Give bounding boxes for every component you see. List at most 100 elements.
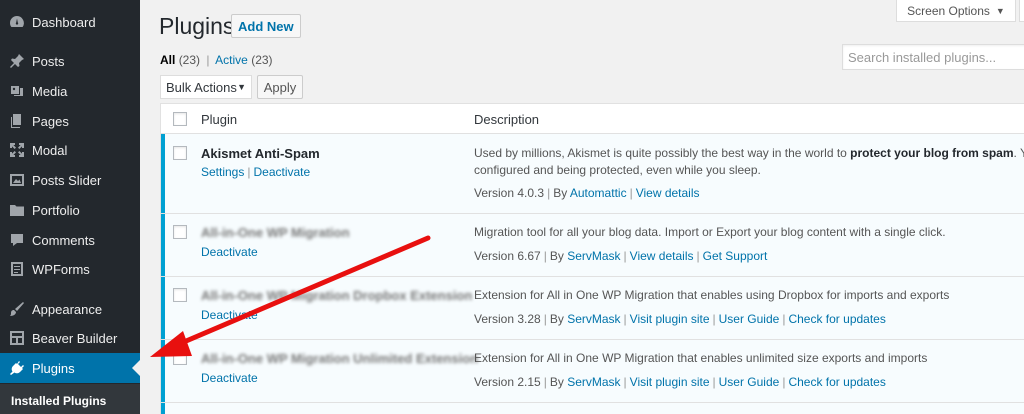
description-text: configured and being protected, even whi… (474, 163, 761, 177)
plugin-description: Migration tool for all your blog data. I… (474, 225, 946, 239)
check-for-updates-link[interactable]: Check for updates (788, 312, 885, 326)
sidebar-item-plugins[interactable]: Plugins (0, 353, 140, 383)
sidebar-item-modal[interactable]: Modal (0, 135, 140, 165)
user-guide-link[interactable]: User Guide (719, 375, 780, 389)
sidebar-item-comments[interactable]: Comments (0, 225, 140, 255)
sidebar-item-pages[interactable]: Pages (0, 106, 140, 136)
plugin-meta: Version 4.0.3 | By Automattic | View details (474, 186, 700, 200)
user-guide-link[interactable]: User Guide (719, 312, 780, 326)
submenu-installed-plugins[interactable]: Installed Plugins (11, 394, 106, 408)
sidebar-item-label: Pages (32, 113, 69, 129)
plugin-meta: Version 3.28 | By ServMask | Visit plugin si… (474, 312, 886, 326)
brush-icon (0, 301, 30, 317)
plugin-meta: Version 2.15 | By ServMask | Visit plugin si… (474, 375, 886, 389)
deactivate-link[interactable]: Deactivate (253, 165, 310, 179)
deactivate-link[interactable]: Deactivate (201, 308, 258, 322)
plugin-version: Version 3.28 (474, 312, 541, 326)
row-checkbox[interactable] (173, 225, 187, 239)
filter-active[interactable]: Active (215, 53, 248, 67)
check-for-updates-link[interactable]: Check for updates (788, 375, 885, 389)
filter-all[interactable]: All (160, 53, 175, 67)
plugin-description: Used by millions, Akismet is quite possi… (474, 145, 1024, 179)
sidebar-item-wpforms[interactable]: WPForms (0, 254, 140, 284)
sidebar-item-posts[interactable]: Posts (0, 46, 140, 76)
table-header: Plugin Description (161, 104, 1024, 134)
select-all-checkbox[interactable] (173, 112, 187, 126)
pin-icon (0, 53, 30, 69)
author-link[interactable]: ServMask (567, 375, 620, 389)
column-description: Description (474, 112, 540, 127)
plugin-meta: Version 6.67 | By ServMask | View details | Ge… (474, 249, 768, 263)
screen-options-button[interactable]: Screen Options ▼ (896, 0, 1016, 22)
deactivate-link[interactable]: Deactivate (201, 371, 258, 385)
plugin-name: All-in-One WP Migration Dropbox Extensio… (201, 288, 473, 303)
row-actions: Deactivate (201, 308, 258, 322)
form-icon (0, 261, 30, 277)
bulk-actions-label: Bulk Actions (166, 79, 237, 95)
row-actions: Deactivate (201, 371, 258, 385)
plugins-submenu: Installed Plugins (0, 384, 140, 414)
screen-options-label: Screen Options (907, 3, 990, 18)
column-plugin: Plugin (201, 112, 238, 127)
filter-separator: | (206, 53, 210, 67)
sidebar-item-label: Posts Slider (32, 172, 102, 188)
row-actions: Settings | Deactivate (201, 165, 311, 179)
by-label: By (549, 375, 564, 389)
plugin-icon (0, 360, 30, 376)
admin-sidebar: Dashboard Posts Media Pages Modal Posts … (0, 0, 140, 414)
row-actions: Deactivate (201, 245, 258, 259)
row-checkbox[interactable] (173, 146, 187, 160)
description-text: Used by millions, Akismet is quite possi… (474, 146, 851, 160)
caret-down-icon: ▼ (237, 82, 246, 92)
author-link[interactable]: Automattic (570, 186, 627, 200)
get-support-link[interactable]: Get Support (703, 249, 768, 263)
sidebar-item-posts-slider[interactable]: Posts Slider (0, 165, 140, 195)
search-plugins-input[interactable]: Search installed plugins... (842, 44, 1024, 70)
by-label: By (553, 186, 568, 200)
author-link[interactable]: ServMask (567, 312, 620, 326)
settings-link[interactable]: Settings (201, 165, 244, 179)
plugin-version: Version 6.67 (474, 249, 541, 263)
view-details-link[interactable]: View details (630, 249, 694, 263)
pages-icon (0, 113, 30, 129)
row-checkbox[interactable] (173, 351, 187, 365)
bulk-actions-select[interactable]: Bulk Actions ▼ (160, 75, 252, 99)
sidebar-item-label: Comments (32, 232, 95, 248)
filter-all-count: (23) (178, 53, 201, 67)
visit-plugin-site-link[interactable]: Visit plugin site (630, 312, 710, 326)
plugin-name: Akismet Anti-Spam (201, 146, 320, 161)
sidebar-item-label: WPForms (32, 261, 90, 277)
sidebar-item-label: Posts (32, 53, 65, 69)
plugin-name: All-in-One WP Migration Unlimited Extens… (201, 351, 479, 366)
plugins-table: Plugin Description Akismet Anti-Spam Set… (160, 103, 1024, 414)
plugin-version: Version 4.0.3 (474, 186, 545, 200)
sidebar-item-appearance[interactable]: Appearance (0, 294, 140, 324)
sidebar-item-dashboard[interactable]: Dashboard (0, 7, 140, 37)
table-row (161, 403, 1024, 414)
plugin-status-filters: All (23) | Active (23) (160, 53, 273, 67)
sidebar-item-label: Media (32, 83, 68, 99)
sidebar-item-label: Portfolio (32, 202, 80, 218)
author-link[interactable]: ServMask (567, 249, 620, 263)
sidebar-item-media[interactable]: Media (0, 76, 140, 106)
plugin-name: All-in-One WP Migration (201, 225, 350, 240)
media-icon (0, 83, 30, 99)
sidebar-item-beaver-builder[interactable]: Beaver Builder (0, 323, 140, 353)
help-tab-button[interactable] (1019, 0, 1024, 22)
row-checkbox[interactable] (173, 288, 187, 302)
view-details-link[interactable]: View details (636, 186, 700, 200)
caret-down-icon: ▼ (995, 5, 1005, 16)
layout-icon (0, 330, 30, 346)
visit-plugin-site-link[interactable]: Visit plugin site (630, 375, 710, 389)
sidebar-item-label: Plugins (32, 360, 75, 376)
table-row: All-in-One WP Migration Deactivate Migra… (161, 214, 1024, 277)
sidebar-item-portfolio[interactable]: Portfolio (0, 195, 140, 225)
deactivate-link[interactable]: Deactivate (201, 245, 258, 259)
plugin-description: Extension for All in One WP Migration th… (474, 288, 950, 302)
expand-icon (0, 142, 30, 158)
add-new-button[interactable]: Add New (231, 14, 301, 38)
sidebar-item-label: Beaver Builder (32, 330, 118, 346)
sidebar-item-label: Modal (32, 142, 68, 158)
apply-button[interactable]: Apply (257, 75, 303, 99)
plugin-description: Extension for All in One WP Migration th… (474, 351, 928, 365)
